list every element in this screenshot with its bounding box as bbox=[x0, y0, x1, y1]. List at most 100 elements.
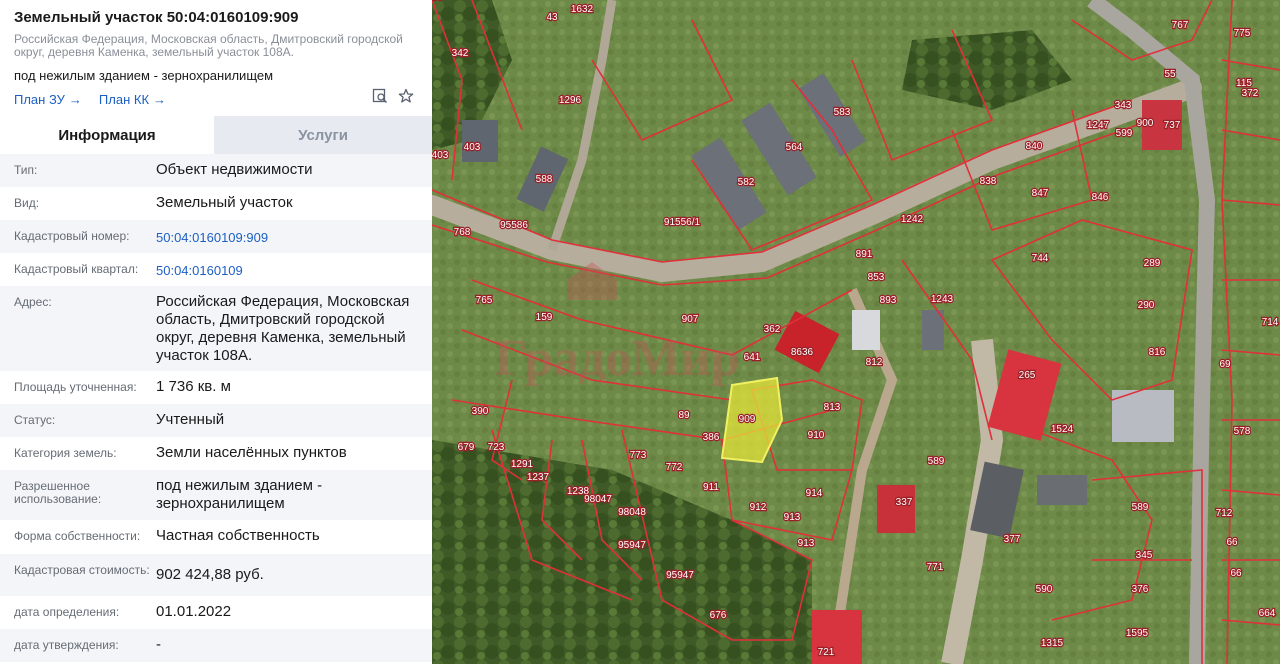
info-table: Тип: Объект недвижимости Вид: Земельный … bbox=[0, 154, 432, 662]
row-land-category: Категория земель: Земли населённых пункт… bbox=[0, 437, 432, 470]
parcel-label: 1632 bbox=[571, 4, 594, 15]
row-label: дата определения: bbox=[14, 605, 120, 619]
row-cadastral-number: Кадастровый номер: 50:04:0160109:909 bbox=[0, 220, 432, 253]
parcel-label: 907 bbox=[682, 314, 699, 325]
parcel-label: 69 bbox=[1219, 359, 1231, 370]
plan-zu-label: План ЗУ bbox=[14, 91, 65, 107]
row-value: - bbox=[156, 636, 161, 653]
parcel-label: 891 bbox=[856, 249, 873, 260]
parcel-label: 582 bbox=[738, 177, 755, 188]
cadastral-quarter-link[interactable]: 50:04:0160109 bbox=[156, 253, 418, 286]
row-value: 902 424,88 руб. bbox=[156, 566, 264, 583]
parcel-purpose: под нежилым зданием - зернохранилищем bbox=[14, 68, 274, 83]
parcel-label: 664 bbox=[1259, 608, 1276, 619]
parcel-label: 721 bbox=[818, 647, 835, 658]
cadastral-number-link[interactable]: 50:04:0160109:909 bbox=[156, 220, 418, 253]
parcel-label: 1299 bbox=[432, 0, 444, 3]
row-cadastral-quarter: Кадастровый квартал: 50:04:0160109 bbox=[0, 253, 432, 286]
row-label: Статус: bbox=[14, 413, 56, 427]
plan-kk-link[interactable]: План КК → bbox=[99, 92, 166, 107]
parcel-label: 840 bbox=[1026, 141, 1043, 152]
parcel-label: 95586 bbox=[500, 220, 528, 231]
header-actions bbox=[372, 88, 414, 104]
parcel-label: 679 bbox=[458, 442, 475, 453]
parcel-label: 590 bbox=[1036, 584, 1053, 595]
row-label: Площадь уточненная: bbox=[14, 380, 137, 394]
parcel-label: 386 bbox=[703, 432, 720, 443]
row-approval-date: дата утверждения: - bbox=[0, 629, 432, 662]
parcel-label: 1291 bbox=[511, 459, 534, 470]
parcel-label: 98048 bbox=[618, 507, 646, 518]
row-cadastral-value: Кадастровая стоимость: 902 424,88 руб. bbox=[0, 554, 432, 596]
search-document-icon[interactable] bbox=[372, 88, 388, 104]
parcel-label: 744 bbox=[1032, 253, 1049, 264]
row-value: 1 736 кв. м bbox=[156, 378, 231, 395]
parcel-label: 768 bbox=[454, 227, 471, 238]
parcel-label: 712 bbox=[1216, 508, 1233, 519]
parcel-label: 773 bbox=[630, 450, 647, 461]
row-permitted-use: Разрешенное использование: под нежилым з… bbox=[0, 470, 432, 520]
parcel-label: 95947 bbox=[618, 540, 646, 551]
arrow-right-icon: → bbox=[153, 91, 167, 107]
parcel-label: 342 bbox=[452, 48, 469, 59]
parcel-label: 846 bbox=[1092, 192, 1109, 203]
parcel-label: 1237 bbox=[527, 472, 550, 483]
row-area: Площадь уточненная: 1 736 кв. м bbox=[0, 371, 432, 404]
row-label: Разрешенное использование: bbox=[14, 479, 102, 506]
map-canvas[interactable]: ГрадоМир 43 1632 342 1296 403 403 588 768 95586 7… bbox=[432, 0, 1280, 664]
row-value: Объект недвижимости bbox=[156, 161, 313, 178]
parcel-label: 913 bbox=[798, 538, 815, 549]
parcel-label: 95947 bbox=[666, 570, 694, 581]
row-label: Категория земель: bbox=[14, 446, 117, 460]
parcel-label: 599 bbox=[1116, 128, 1133, 139]
parcel-label: 911 bbox=[703, 482, 719, 493]
parcel-label: 767 bbox=[1172, 20, 1189, 31]
parcel-label: 564 bbox=[786, 142, 803, 153]
parcel-label: 909 bbox=[739, 414, 756, 425]
parcel-label: 589 bbox=[1132, 502, 1149, 513]
plan-zu-link[interactable]: План ЗУ → bbox=[14, 92, 82, 107]
parcel-label: 737 bbox=[1164, 120, 1181, 131]
parcel-label: 403 bbox=[432, 150, 449, 161]
parcel-label: 265 bbox=[1019, 370, 1036, 381]
row-value: Российская Федерация, Московская область… bbox=[156, 293, 410, 364]
tab-information[interactable]: Информация bbox=[0, 116, 214, 154]
parcel-label: 676 bbox=[710, 610, 727, 621]
row-label: Форма собственности: bbox=[14, 529, 141, 543]
parcel-label: 893 bbox=[880, 295, 897, 306]
parcel-label: 372 bbox=[1242, 88, 1259, 99]
parcel-label: 66 bbox=[1226, 537, 1238, 548]
parcel-label: 1247 bbox=[1087, 120, 1110, 131]
plan-links: План ЗУ → План КК → bbox=[14, 88, 418, 108]
parcel-label: 914 bbox=[806, 488, 823, 499]
parcel-label: 813 bbox=[824, 402, 841, 413]
row-label: дата утверждения: bbox=[14, 638, 119, 652]
parcel-label: 290 bbox=[1138, 300, 1155, 311]
tab-bar: Информация Услуги bbox=[0, 116, 432, 154]
row-value: Учтенный bbox=[156, 411, 225, 428]
parcel-label: 362 bbox=[764, 324, 781, 335]
parcel-label: 912 bbox=[750, 502, 767, 513]
parcel-label: 1242 bbox=[901, 214, 924, 225]
info-panel: Земельный участок 50:04:0160109:909 Росс… bbox=[0, 0, 432, 664]
parcel-label: 838 bbox=[980, 176, 997, 187]
parcel-label: 1595 bbox=[1126, 628, 1149, 639]
parcel-label: 403 bbox=[464, 142, 481, 153]
star-icon[interactable] bbox=[398, 88, 414, 104]
parcel-label: 913 bbox=[784, 512, 801, 523]
parcel-label: 910 bbox=[808, 430, 825, 441]
panel-header: Земельный участок 50:04:0160109:909 Росс… bbox=[0, 0, 432, 108]
tab-services[interactable]: Услуги bbox=[214, 116, 432, 154]
watermark-text: ГрадоМир bbox=[495, 330, 740, 387]
parcel-label: 89 bbox=[678, 410, 690, 421]
arrow-right-icon: → bbox=[68, 91, 82, 107]
parcel-label: 98047 bbox=[584, 494, 612, 505]
row-label: Вид: bbox=[14, 196, 40, 210]
parcel-label: 847 bbox=[1032, 188, 1049, 199]
parcel-label: 771 bbox=[927, 562, 944, 573]
parcel-label: 376 bbox=[1132, 584, 1149, 595]
parcel-label: 377 bbox=[1004, 534, 1021, 545]
row-label: Кадастровый номер: bbox=[14, 229, 130, 243]
plan-kk-label: План КК bbox=[98, 91, 150, 107]
cadastral-map[interactable]: ГрадоМир 43 1632 342 1296 403 403 588 768 95586 7… bbox=[432, 0, 1280, 664]
